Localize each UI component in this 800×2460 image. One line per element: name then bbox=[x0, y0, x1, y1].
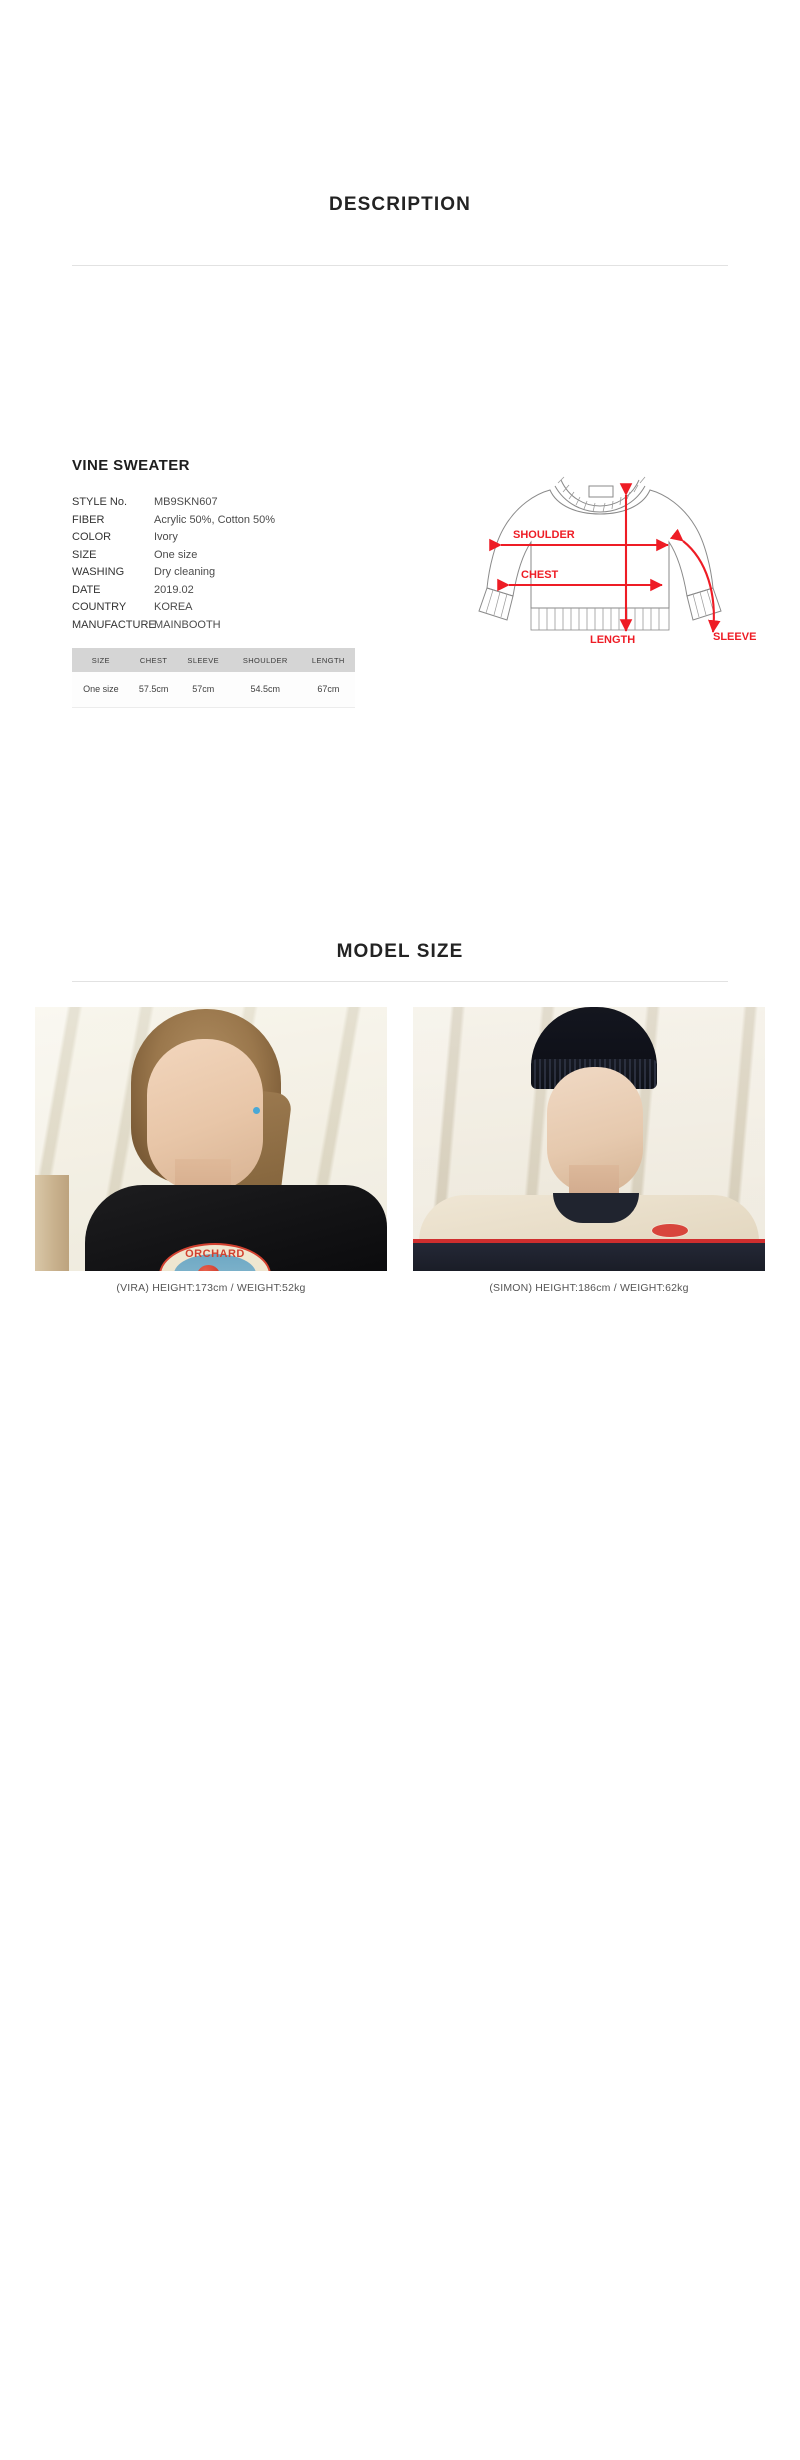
size-chart-cell: One size bbox=[72, 672, 130, 708]
size-chart-cell: 57.5cm bbox=[129, 672, 178, 708]
spec-key: DATE bbox=[72, 583, 101, 596]
size-chart-header-row: SIZE CHEST SLEEVE SHOULDER LENGTH bbox=[72, 648, 355, 672]
model-caption: (VIRA) HEIGHT:173cm / WEIGHT:52kg bbox=[116, 1282, 306, 1294]
model-photo-simon bbox=[413, 1007, 765, 1271]
colorblock-sweatshirt-lower bbox=[413, 1243, 765, 1271]
size-chart-header-cell: LENGTH bbox=[301, 648, 355, 672]
spec-key: FIBER bbox=[72, 513, 105, 526]
spec-key: MANUFACTURE bbox=[72, 618, 156, 631]
spec-row: DATE 2019.02 bbox=[72, 582, 372, 600]
spec-value: Ivory bbox=[154, 531, 178, 543]
spec-key: STYLE No. bbox=[72, 496, 128, 508]
spec-value: Acrylic 50%, Cotton 50% bbox=[154, 513, 276, 526]
size-chart-table: SIZE CHEST SLEEVE SHOULDER LENGTH One size 57… bbox=[72, 648, 355, 708]
spec-value: 2019.02 bbox=[154, 583, 194, 596]
tee-graphic-badge: ORCHARD bbox=[159, 1243, 271, 1271]
size-chart-cell: 67cm bbox=[301, 672, 355, 708]
diagram-label-chest: CHEST bbox=[521, 569, 559, 581]
diagram-label-shoulder: SHOULDER bbox=[513, 529, 575, 541]
description-divider bbox=[72, 265, 728, 266]
badge-arch-text: ORCHARD bbox=[185, 1248, 245, 1260]
spec-key: COUNTRY bbox=[72, 601, 127, 613]
spec-row: COUNTRY KOREA bbox=[72, 599, 372, 617]
size-chart-cell: 54.5cm bbox=[228, 672, 302, 708]
spec-key: WASHING bbox=[72, 566, 125, 578]
description-section-title: DESCRIPTION bbox=[329, 194, 471, 215]
product-spec-list: STYLE No. MB9SKN607 FIBER Acrylic 50%, Cott… bbox=[72, 494, 372, 634]
spec-value: KOREA bbox=[154, 601, 193, 613]
garment-measurement-diagram: SHOULDER CHEST LENGTH SLEEVE bbox=[455, 450, 765, 645]
spec-row: COLOR Ivory bbox=[72, 529, 372, 547]
size-chart-header-cell: SIZE bbox=[72, 648, 130, 672]
size-chart-header-cell: CHEST bbox=[129, 648, 178, 672]
spec-value: Dry cleaning bbox=[154, 566, 216, 578]
table-row: One size 57.5cm 57cm 54.5cm 67cm bbox=[72, 672, 355, 708]
model-photo-gallery: ORCHARD (VIRA) HEIGHT:173cm / WEIGHT:52k… bbox=[35, 1007, 765, 1294]
size-chart-header-cell: SHOULDER bbox=[228, 648, 302, 672]
spec-row: MANUFACTURE MAINBOOTH bbox=[72, 617, 372, 635]
model-card-vira: ORCHARD (VIRA) HEIGHT:173cm / WEIGHT:52k… bbox=[35, 1007, 387, 1294]
spec-value: MAINBOOTH bbox=[154, 618, 221, 631]
product-title: VINE SWEATER bbox=[72, 457, 190, 474]
spec-row: SIZE One size bbox=[72, 547, 372, 565]
model-size-section-title: MODEL SIZE bbox=[336, 941, 464, 962]
model-caption: (SIMON) HEIGHT:186cm / WEIGHT:62kg bbox=[489, 1282, 689, 1294]
spec-row: FIBER Acrylic 50%, Cotton 50% bbox=[72, 512, 372, 530]
earring-icon bbox=[253, 1107, 260, 1114]
model-photo-vira: ORCHARD bbox=[35, 1007, 387, 1271]
model-size-divider bbox=[72, 981, 728, 982]
model-card-simon: (SIMON) HEIGHT:186cm / WEIGHT:62kg bbox=[413, 1007, 765, 1294]
product-info-block: VINE SWEATER STYLE No. MB9SKN607 FIBER Acry… bbox=[72, 457, 372, 634]
spec-value: MB9SKN607 bbox=[154, 496, 218, 508]
wooden-post bbox=[35, 1175, 69, 1271]
spec-key: SIZE bbox=[72, 548, 97, 561]
spec-row: WASHING Dry cleaning bbox=[72, 564, 372, 582]
diagram-label-sleeve: SLEEVE bbox=[713, 631, 756, 643]
size-chart-cell: 57cm bbox=[177, 672, 229, 708]
diagram-label-length: LENGTH bbox=[590, 634, 635, 645]
spec-value: One size bbox=[154, 548, 198, 561]
spec-row: STYLE No. MB9SKN607 bbox=[72, 494, 372, 512]
size-chart-header-cell: SLEEVE bbox=[177, 648, 229, 672]
size-chart-body: One size 57.5cm 57cm 54.5cm 67cm bbox=[72, 672, 355, 708]
spec-key: COLOR bbox=[72, 531, 112, 543]
sweatshirt-logo-patch bbox=[651, 1223, 689, 1238]
